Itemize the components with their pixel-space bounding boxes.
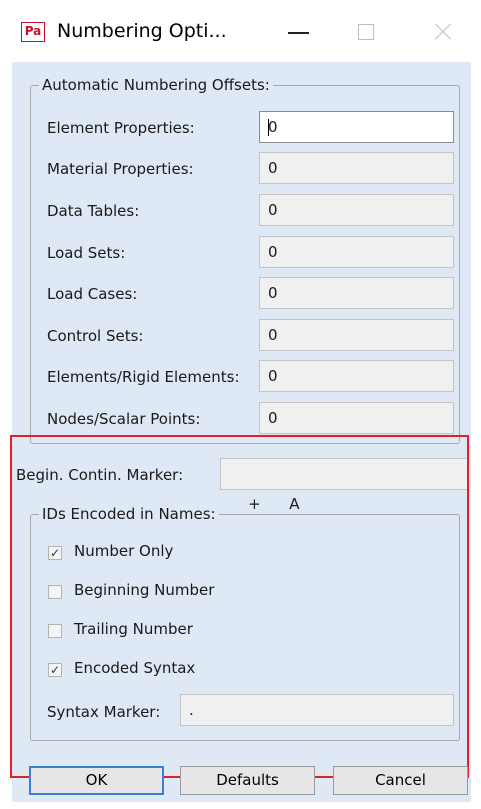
- window-title: Numbering Opti...: [57, 20, 227, 42]
- offsets-group-title: Automatic Numbering Offsets:: [39, 76, 273, 94]
- offset-label-control-sets: Control Sets:: [47, 327, 144, 345]
- data-tables-field[interactable]: 0: [259, 194, 454, 226]
- close-icon[interactable]: [420, 14, 466, 50]
- load-cases-field[interactable]: 0: [259, 277, 454, 309]
- text-caret: [268, 119, 269, 136]
- title-bar: Pa Numbering Opti...: [0, 0, 481, 62]
- nodes-scalar-points-field[interactable]: 0: [259, 402, 454, 434]
- element-properties-field[interactable]: 0: [259, 111, 454, 143]
- highlight-frame: [10, 435, 469, 778]
- offset-label-nodes-scalar: Nodes/Scalar Points:: [47, 410, 201, 428]
- load-sets-field[interactable]: 0: [259, 236, 454, 268]
- app-icon: Pa: [21, 22, 45, 42]
- minimize-icon[interactable]: [276, 14, 322, 50]
- defaults-button[interactable]: Defaults: [180, 766, 315, 795]
- offset-label-load-cases: Load Cases:: [47, 285, 138, 303]
- offset-label-load-sets: Load Sets:: [47, 244, 126, 262]
- offset-label-element-properties: Element Properties:: [47, 119, 195, 137]
- elements-rigid-elements-field[interactable]: 0: [259, 360, 454, 392]
- offset-label-data-tables: Data Tables:: [47, 202, 140, 220]
- offset-label-elements-rigid: Elements/Rigid Elements:: [47, 368, 240, 386]
- control-sets-field[interactable]: 0: [259, 319, 454, 351]
- material-properties-field[interactable]: 0: [259, 152, 454, 184]
- ok-button[interactable]: OK: [29, 766, 164, 795]
- maximize-icon[interactable]: [344, 14, 390, 50]
- cancel-button[interactable]: Cancel: [333, 766, 468, 795]
- dialog-client-area: Automatic Numbering Offsets: Element Pro…: [10, 62, 471, 802]
- offset-label-material-properties: Material Properties:: [47, 160, 194, 178]
